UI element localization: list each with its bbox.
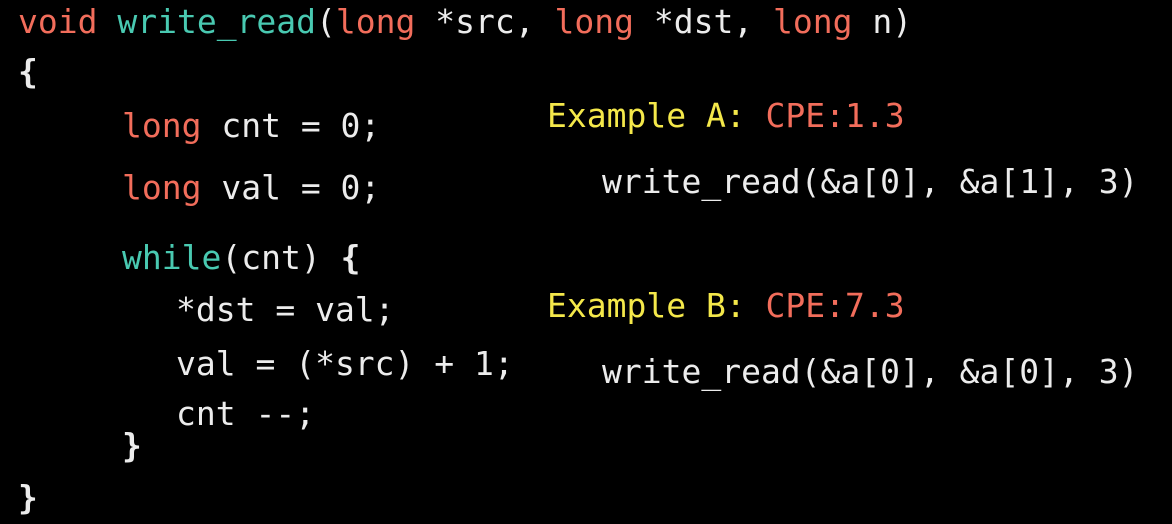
return-type: void [18,2,98,41]
cnt-decl-rest: cnt = 0; [201,106,381,145]
statement-load-src: val = (*src) + 1; [176,344,514,383]
while-condition: (cnt) [221,238,341,277]
declaration-cnt: long cnt = 0; [122,106,380,146]
param-n-name: n [852,2,893,41]
param-src-type: long [335,2,416,41]
example-b-call: write_read(&a[0], &a[0], 3) [602,352,1139,391]
val-decl-rest: val = 0; [201,168,381,207]
example-b-label: Example B: [547,286,766,325]
close-paren: ) [892,2,913,41]
open-paren: ( [316,2,336,41]
function-open-brace: { [18,52,38,91]
while-header: while(cnt) { [122,238,360,278]
param-n-type: long [773,2,853,41]
statement-store-dst: *dst = val; [176,290,395,329]
param-dst-type: long [554,2,634,41]
function-name: write_read [117,2,317,41]
param-src-name: *src, [415,2,555,41]
function-signature: void write_read(long *src, long *dst, lo… [18,2,912,42]
function-close-brace: } [18,478,38,517]
cnt-type: long [122,106,202,145]
val-type: long [122,168,202,207]
example-b-heading: Example B: CPE:7.3 [547,286,905,326]
code-slide: void write_read(long *src, long *dst, lo… [0,0,1172,524]
statement-decrement: cnt --; [176,394,316,433]
example-b-cpe: CPE:7.3 [765,286,905,325]
example-a-cpe: CPE:1.3 [765,96,905,135]
while-close-brace: } [122,426,142,465]
while-open-brace: { [340,238,361,277]
example-a-call: write_read(&a[0], &a[1], 3) [602,162,1139,201]
declaration-val: long val = 0; [122,168,380,208]
example-a-heading: Example A: CPE:1.3 [547,96,905,136]
while-keyword: while [122,238,222,277]
example-a-label: Example A: [547,96,766,135]
param-dst-name: *dst, [633,2,774,41]
